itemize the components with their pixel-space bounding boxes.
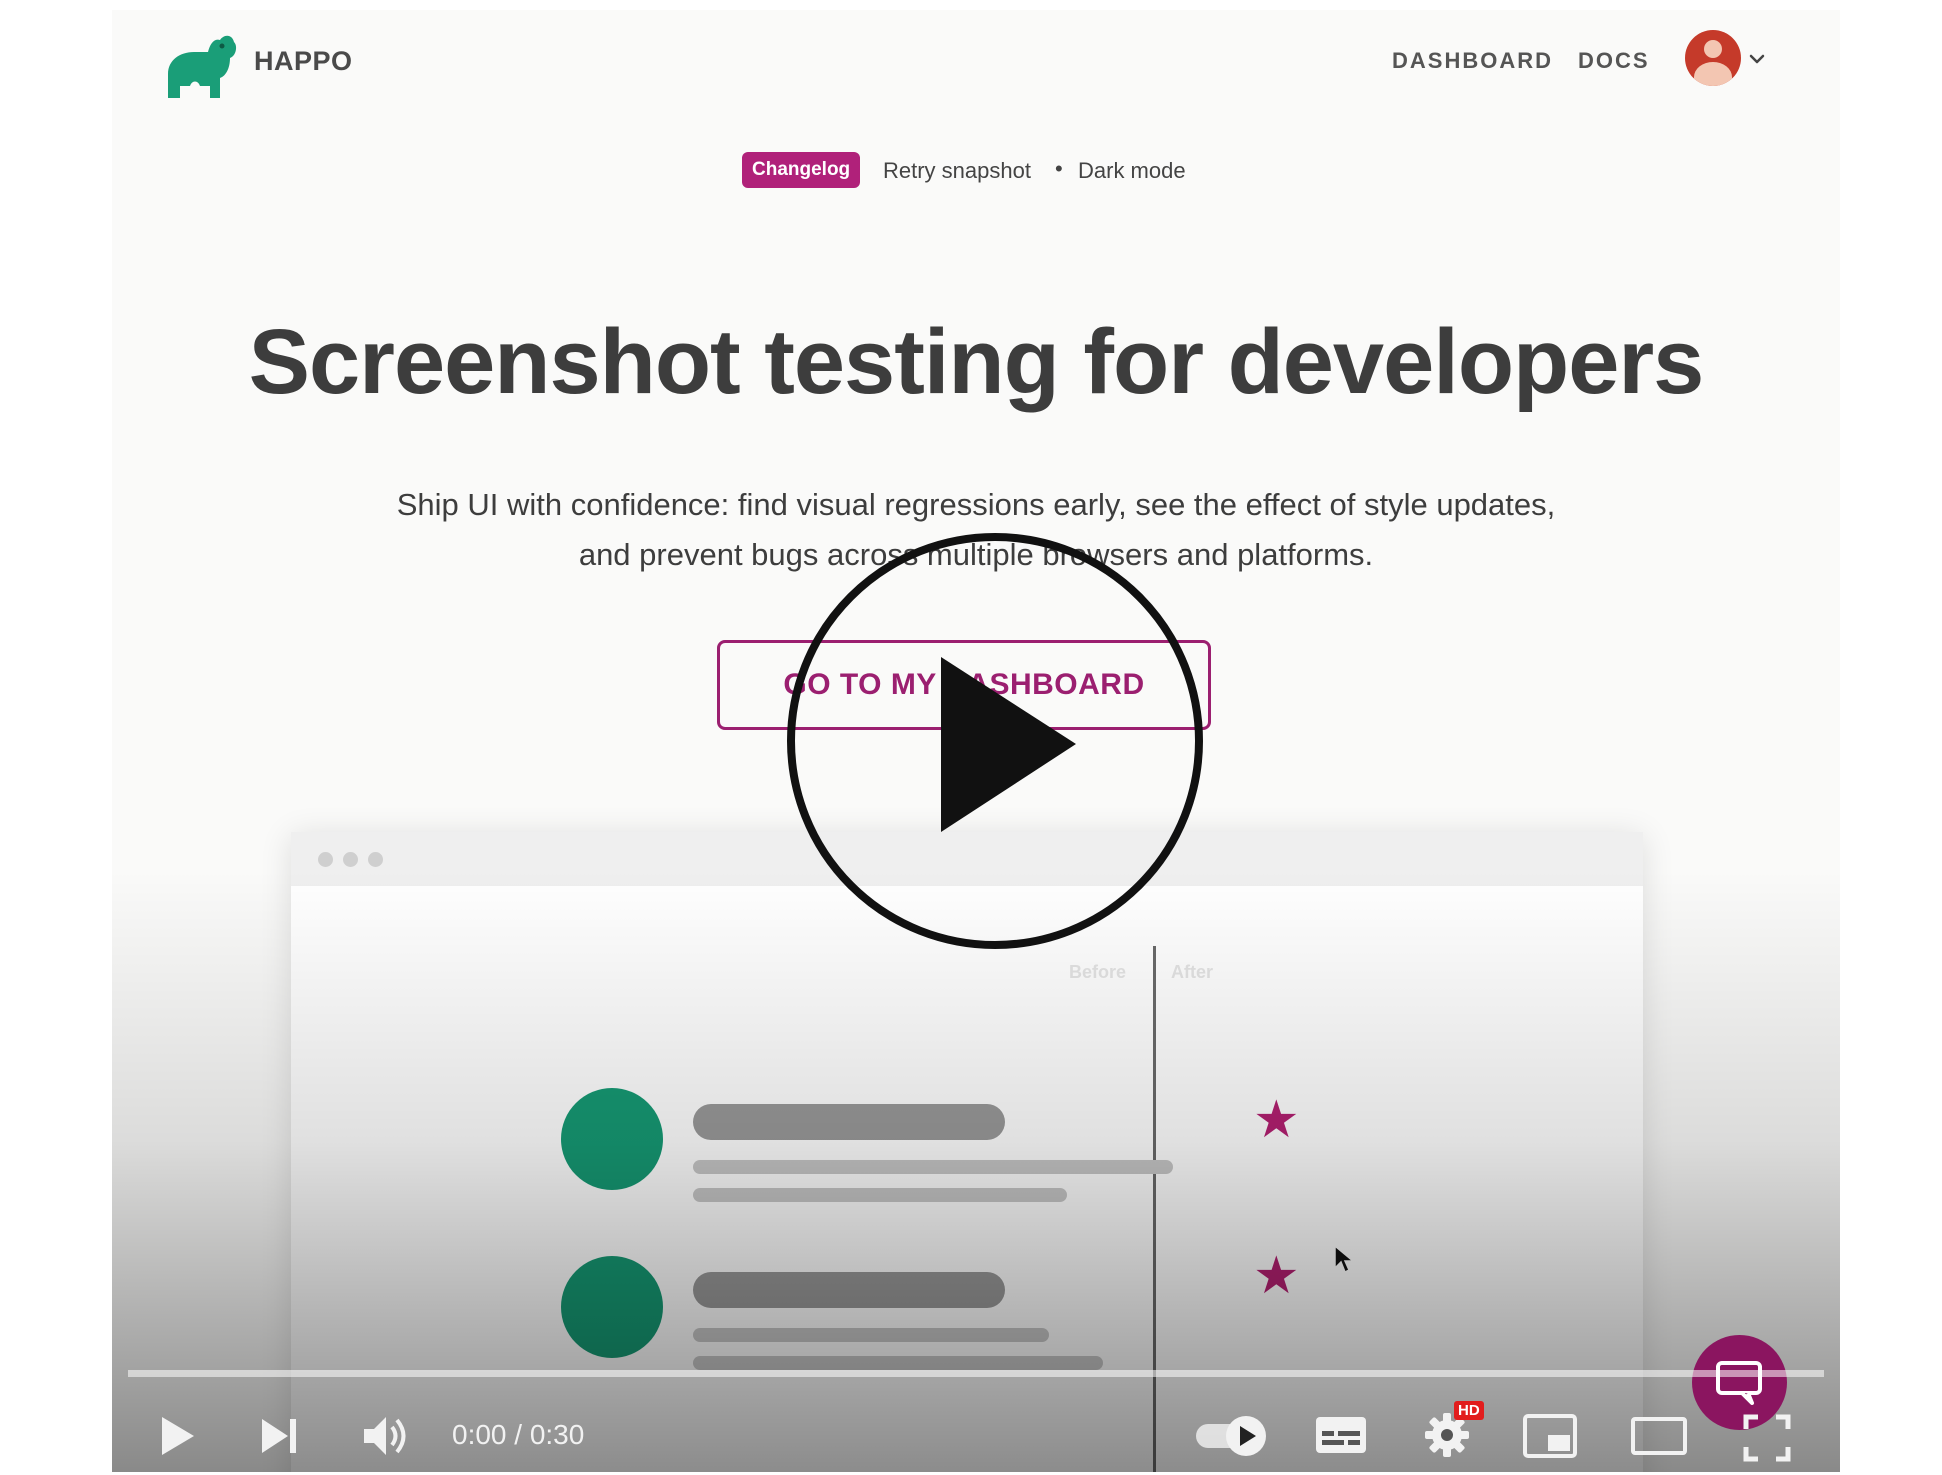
- time-display: 0:00 / 0:30: [452, 1419, 585, 1450]
- chevron-down-icon[interactable]: [1748, 50, 1766, 68]
- window-dot: [343, 852, 358, 867]
- hd-badge: HD: [1454, 1401, 1484, 1420]
- list-item-line: [693, 1188, 1067, 1202]
- changelog-badge[interactable]: Changelog: [742, 152, 861, 188]
- skip-next-icon[interactable]: [260, 1413, 300, 1459]
- list-item-line: [693, 1160, 1173, 1174]
- hero-subtitle-line-1: Ship UI with confidence: find visual reg…: [396, 487, 1556, 522]
- list-item-title-bar: [693, 1272, 1005, 1308]
- volume-icon[interactable]: [362, 1413, 412, 1459]
- fullscreen-icon[interactable]: [1742, 1413, 1792, 1463]
- avatar-head: [1704, 40, 1722, 58]
- video-progress-bar[interactable]: [128, 1370, 1824, 1377]
- nav-dashboard-link[interactable]: DASHBOARD: [1392, 48, 1553, 74]
- theater-mode-icon[interactable]: [1630, 1413, 1688, 1459]
- subtitles-icon[interactable]: [1314, 1413, 1368, 1457]
- list-item-title-bar: [693, 1104, 1005, 1140]
- brand-name[interactable]: HAPPO: [254, 46, 353, 77]
- list-item-line: [693, 1356, 1103, 1370]
- changelog-separator: •: [1055, 156, 1063, 181]
- mouse-cursor-icon: [1334, 1244, 1355, 1274]
- window-dot: [368, 852, 383, 867]
- comparison-divider: [1153, 946, 1156, 1472]
- changelog-item-dark-mode[interactable]: Dark mode: [1078, 158, 1186, 184]
- window-dot: [318, 852, 333, 867]
- before-label: Before: [1069, 962, 1127, 982]
- play-icon[interactable]: [158, 1413, 198, 1459]
- changelog-item-retry-snapshot[interactable]: Retry snapshot: [883, 158, 1031, 184]
- list-item-line: [693, 1328, 1049, 1342]
- after-label: After: [1171, 962, 1214, 982]
- nav-docs-link[interactable]: DOCS: [1578, 48, 1650, 74]
- page-title: Screenshot testing for developers: [248, 311, 1705, 413]
- miniplayer-icon[interactable]: [1522, 1413, 1578, 1459]
- avatar-circle: [561, 1256, 663, 1358]
- autoplay-toggle-icon[interactable]: [1192, 1410, 1278, 1462]
- hippo-logo-icon[interactable]: [160, 26, 240, 106]
- avatar-body: [1694, 62, 1732, 86]
- avatar[interactable]: [1685, 30, 1741, 86]
- video-player[interactable]: HAPPO DASHBOARD DOCS Changelog Retry sna…: [112, 10, 1840, 1472]
- star-icon: ★: [1253, 1247, 1300, 1305]
- avatar-circle: [561, 1088, 663, 1190]
- play-circle-icon[interactable]: [786, 532, 1204, 950]
- star-icon: ★: [1253, 1091, 1300, 1149]
